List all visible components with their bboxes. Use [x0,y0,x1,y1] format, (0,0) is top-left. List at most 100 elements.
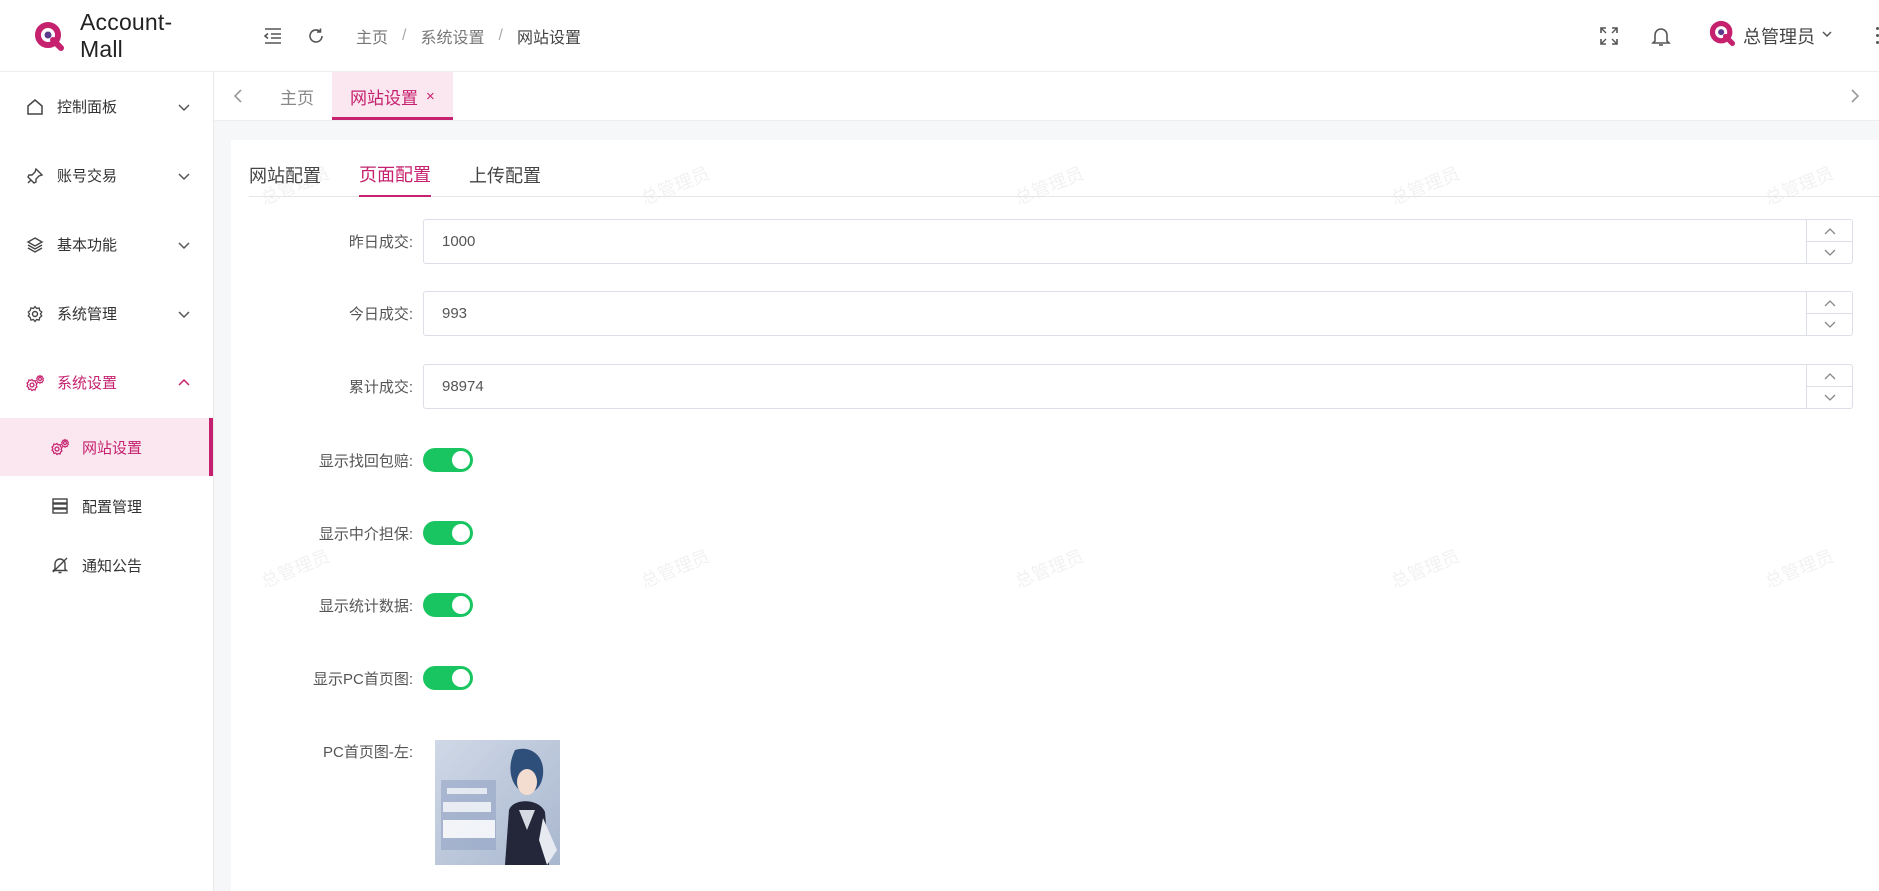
sidebar-item-label: 网站设置 [82,439,143,457]
sidebar-item-label: 基本功能 [57,237,118,254]
today-deals-label: 今日成交: [348,306,413,323]
watermark-text: 总管理员 [258,546,333,592]
sidebar-item-label: 通知公告 [82,557,143,575]
breadcrumb-system-settings[interactable]: 系统设置 [420,24,484,48]
avatar [1709,20,1735,51]
form-row-total: 累计成交: [231,364,1879,409]
show-stats-toggle[interactable] [423,593,473,617]
decrement-chevron-down-icon[interactable] [1807,241,1852,263]
more-vertical-icon[interactable] [1859,27,1879,44]
tab-scroll-left-icon[interactable] [214,72,262,120]
app-logo[interactable]: Account-Mall [0,9,215,63]
sidebar-item-dashboard[interactable]: 控制面板 [0,72,213,141]
sidebar-item-label: 控制面板 [57,99,118,116]
sidebar-item-system-settings[interactable]: 系统设置 [0,348,213,417]
form-row-show-pc-banner: 显示PC首页图: [231,666,1879,690]
pin-icon [24,165,46,187]
sidebar-item-account-trade[interactable]: 账号交易 [0,141,213,210]
bell-off-icon [49,554,71,576]
show-pc-banner-toggle[interactable] [423,666,473,690]
chevron-down-icon [177,307,191,321]
gears-icon [24,372,46,394]
show-refund-label: 显示找回包赔: [318,452,413,470]
sidebar: 控制面板 账号交易 基本功能 系统管理 系统设置 网站设置 配置管理 通知公告 [0,72,214,891]
sidebar-item-label: 配置管理 [82,498,143,516]
sidebar-subitem-config-management[interactable]: 配置管理 [0,477,213,535]
sidebar-item-label: 系统设置 [57,375,118,392]
decrement-chevron-down-icon[interactable] [1807,313,1852,335]
toggle-knob [452,451,470,469]
total-deals-label: 累计成交: [348,379,413,396]
pc-image-left-thumbnail[interactable] [435,740,560,865]
chevron-down-icon [177,100,191,114]
sidebar-subitem-site-settings[interactable]: 网站设置 [0,418,213,476]
today-deals-field [423,291,1853,336]
decrement-chevron-down-icon[interactable] [1807,386,1852,408]
sidebar-item-basic-functions[interactable]: 基本功能 [0,210,213,279]
form-row-show-stats: 显示统计数据: [231,593,1879,617]
total-deals-input[interactable] [424,365,1806,408]
quantity-stepper [1806,292,1852,335]
toggle-knob [452,596,470,614]
show-refund-toggle[interactable] [423,448,473,472]
breadcrumb-home[interactable]: 主页 [356,24,388,48]
tab-upload-config[interactable]: 上传配置 [469,152,541,197]
increment-chevron-up-icon[interactable] [1807,365,1852,386]
bell-icon[interactable] [1647,22,1675,50]
watermark-text: 总管理员 [1012,546,1087,592]
toggle-knob [452,669,470,687]
tab-label: 主页 [280,88,314,108]
show-escrow-toggle[interactable] [423,521,473,545]
app-name: Account-Mall [80,8,173,62]
form-row-today: 今日成交: [231,291,1879,336]
sidebar-item-label: 账号交易 [57,168,118,185]
tab-site-config[interactable]: 网站配置 [249,152,321,197]
logo-icon [34,21,64,51]
form-row-show-refund: 显示找回包赔: [231,448,1879,472]
show-stats-label: 显示统计数据: [318,597,413,615]
watermark-text: 总管理员 [1388,546,1463,592]
chevron-down-icon [177,238,191,252]
tab-page-config[interactable]: 页面配置 [359,152,431,197]
increment-chevron-up-icon[interactable] [1807,292,1852,313]
breadcrumb: 主页 / 系统设置 / 网站设置 [356,24,581,48]
quantity-stepper [1806,220,1852,263]
yesterday-deals-input[interactable] [424,220,1806,263]
breadcrumb-site-settings: 网站设置 [516,29,581,47]
gears-icon [49,436,71,458]
settings-panel: 总管理员 总管理员 总管理员 总管理员 总管理员 总管理员 总管理员 总管理员 … [231,140,1879,891]
user-menu[interactable]: 总管理员 [1709,20,1833,51]
watermark-text: 总管理员 [1762,546,1837,592]
home-icon [24,96,46,118]
tab-label: 网站设置 [350,88,418,108]
close-icon[interactable]: × [426,88,435,105]
chevron-down-icon [177,169,191,183]
form-row-yesterday: 昨日成交: [231,219,1879,264]
tab-site-settings[interactable]: 网站设置 × [332,72,453,120]
chevron-up-icon [177,376,191,390]
layers-icon [24,234,46,256]
refresh-icon[interactable] [302,22,330,50]
sidebar-item-system-management[interactable]: 系统管理 [0,279,213,348]
tab-home[interactable]: 主页 [262,72,332,120]
menu-fold-icon[interactable] [259,22,287,50]
section-tabs: 网站配置 页面配置 上传配置 [249,152,1879,197]
page-tab-bar: 主页 网站设置 × [214,72,1879,121]
sidebar-subitem-announcements[interactable]: 通知公告 [0,536,213,594]
yesterday-deals-label: 昨日成交: [348,234,413,251]
total-deals-field [423,364,1853,409]
toggle-knob [452,524,470,542]
breadcrumb-separator: / [402,26,407,44]
quantity-stepper [1806,365,1852,408]
increment-chevron-up-icon[interactable] [1807,220,1852,241]
gear-icon [24,303,46,325]
form-row-show-escrow: 显示中介担保: [231,521,1879,545]
top-header: Account-Mall 主页 / 系统设置 / 网站设置 总管理员 [0,0,1879,72]
database-icon [49,495,71,517]
today-deals-input[interactable] [424,292,1806,335]
fullscreen-icon[interactable] [1595,22,1623,50]
tab-scroll-right-icon[interactable] [1831,72,1879,120]
pc-image-left-label: PC首页图-左: [322,744,413,761]
show-escrow-label: 显示中介担保: [318,525,413,543]
sidebar-item-label: 系统管理 [57,306,118,323]
